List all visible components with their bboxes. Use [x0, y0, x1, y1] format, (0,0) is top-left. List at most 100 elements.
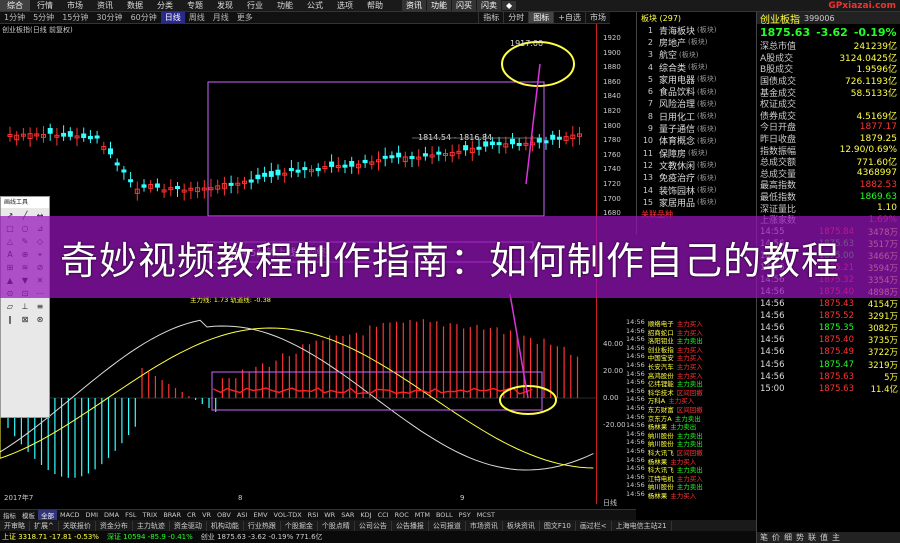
indicator-tab-2[interactable]: 全部	[38, 510, 57, 520]
view-tab-1[interactable]: 分时	[503, 12, 528, 23]
indicator-tab-10[interactable]: VR	[199, 511, 214, 519]
period-tab-5[interactable]: 日线	[160, 12, 185, 23]
draw-tool-icon-26[interactable]: ⊛	[33, 314, 47, 326]
indicator-tab-16[interactable]: WR	[321, 511, 338, 519]
indicator-tab-24[interactable]: MCST	[474, 511, 498, 519]
indicator-tab-8[interactable]: BRAR	[160, 511, 184, 519]
period-tab-1[interactable]: 5分钟	[29, 12, 58, 23]
trade-log-row[interactable]: 14:56 创业板指 主力买入	[626, 344, 756, 354]
period-tab-7[interactable]: 月线	[209, 12, 233, 23]
trade-log-row[interactable]: 14:56 洛阳钼业 主力卖出	[626, 335, 756, 345]
sector-list-item[interactable]: 5 家用电器 (板块)	[637, 73, 756, 86]
menu-item-12[interactable]: 帮助	[360, 0, 390, 11]
menu-item-7[interactable]: 发现	[210, 0, 240, 11]
trade-log-row[interactable]: 14:56 杨林果 主力卖出	[626, 421, 756, 431]
indicator-tab-0[interactable]: 指标	[0, 510, 19, 520]
view-tab-2[interactable]: 图标	[528, 12, 554, 23]
menu-item-11[interactable]: 选项	[330, 0, 360, 11]
draw-tool-icon-23[interactable]: ≡	[33, 301, 47, 313]
quote-tab-5[interactable]: 值	[820, 532, 828, 543]
trade-log-row[interactable]: 14:56 亿纬锂能 主力卖出	[626, 378, 756, 388]
bottom-tab-16[interactable]: 画过栏<	[576, 520, 612, 531]
bottom-tab-8[interactable]: 个股掘金	[281, 520, 318, 531]
trade-log[interactable]: 14:56 顺络电子 主力买入 14:56 招商蛇口 主力买入 14:56 洛阳钼业 主力卖出 1…	[626, 318, 756, 518]
indicator-tab-7[interactable]: TRIX	[139, 511, 160, 519]
indicator-tab-20[interactable]: ROC	[392, 511, 412, 519]
sector-list-item[interactable]: 4 综合类 (板块)	[637, 61, 756, 74]
bottom-tab-9[interactable]: 个股点睛	[318, 520, 355, 531]
quote-tab-6[interactable]: 主	[832, 532, 840, 543]
sector-list-item[interactable]: 13 免疫治疗 (板块)	[637, 172, 756, 184]
period-tab-3[interactable]: 30分钟	[92, 12, 126, 23]
sector-list-item[interactable]: 6 食品饮料 (板块)	[637, 85, 756, 98]
menu-item-6[interactable]: 专题	[180, 0, 210, 11]
trade-log-row[interactable]: 14:56 长安汽车 主力买入	[626, 361, 756, 371]
window-button-2[interactable]: 闪买	[452, 0, 476, 11]
sector-list-item[interactable]: 1 青海板块 (板块)	[637, 24, 756, 37]
bottom-tab-11[interactable]: 公告播报	[392, 520, 429, 531]
bottom-tab-5[interactable]: 资金驱动	[170, 520, 207, 531]
indicator-tab-17[interactable]: SAR	[338, 511, 357, 519]
menu-item-9[interactable]: 功能	[270, 0, 300, 11]
draw-tool-icon-21[interactable]: ▱	[3, 301, 17, 313]
indicator-tab-15[interactable]: RSI	[305, 511, 322, 519]
bottom-tab-13[interactable]: 市场资讯	[466, 520, 503, 531]
menu-item-2[interactable]: 市场	[60, 0, 90, 11]
menu-item-8[interactable]: 行业	[240, 0, 270, 11]
trade-log-row[interactable]: 14:56 杨林果 主力买入	[626, 490, 756, 500]
indicator-tab-14[interactable]: VOL-TDX	[271, 511, 305, 519]
menu-item-5[interactable]: 分类	[150, 0, 180, 11]
draw-tool-icon-22[interactable]: ⊥	[18, 301, 32, 313]
quote-tab-2[interactable]: 细	[784, 532, 792, 543]
menu-item-3[interactable]: 资讯	[90, 0, 120, 11]
bottom-tab-1[interactable]: 扩展^	[30, 520, 59, 531]
bottom-tab-10[interactable]: 公司公告	[355, 520, 392, 531]
quote-tab-1[interactable]: 价	[772, 532, 780, 543]
indicator-tab-12[interactable]: ASI	[234, 511, 251, 519]
trade-log-row[interactable]: 14:56 中国宝安 主力买入	[626, 352, 756, 362]
sector-list-item[interactable]: 11 保障房 (板块)	[637, 147, 756, 160]
indicator-tab-9[interactable]: CR	[184, 511, 199, 519]
trade-log-row[interactable]: 14:56 科大讯飞 区间回撤	[626, 447, 756, 457]
bottom-tab-2[interactable]: 关联报价	[59, 520, 96, 531]
draw-tool-icon-25[interactable]: ⊠	[18, 314, 32, 326]
sector-list-item[interactable]: 9 量子通信 (板块)	[637, 122, 756, 135]
view-tab-0[interactable]: 指标	[478, 12, 503, 23]
indicator-tab-18[interactable]: KDJ	[357, 511, 374, 519]
sector-list-item[interactable]: 8 日用化工 (板块)	[637, 110, 756, 123]
bottom-tab-12[interactable]: 公司报道	[429, 520, 466, 531]
trade-log-row[interactable]: 14:56 顺络电子 主力买入	[626, 318, 756, 328]
trade-log-row[interactable]: 14:56 招商蛇口 主力买入	[626, 327, 756, 337]
indicator-tab-21[interactable]: MTM	[412, 511, 433, 519]
sector-list-item[interactable]: 7 风险治理 (板块)	[637, 98, 756, 110]
bottom-tab-15[interactable]: 图文F10	[540, 520, 576, 531]
trade-log-row[interactable]: 14:56 京东方A 主力卖出	[626, 413, 756, 423]
bottom-tab-4[interactable]: 主力轨迹	[133, 520, 170, 531]
trade-log-row[interactable]: 14:56 杨林果 主力买入	[626, 456, 756, 466]
trade-log-row[interactable]: 14:56 高鸿股份 主力买入	[626, 370, 756, 380]
menu-item-0[interactable]: 综合	[0, 0, 30, 11]
window-button-0[interactable]: 资讯	[402, 0, 426, 11]
view-tab-3[interactable]: +自选	[553, 12, 585, 23]
indicator-tab-1[interactable]: 模板	[19, 510, 38, 520]
menu-item-10[interactable]: 公式	[300, 0, 330, 11]
sector-list-item[interactable]: 14 装饰园林 (板块)	[637, 184, 756, 197]
indicator-tab-4[interactable]: DMI	[82, 511, 101, 519]
quote-tab-3[interactable]: 势	[796, 532, 804, 543]
view-tab-4[interactable]: 市场	[585, 12, 610, 23]
trade-log-row[interactable]: 14:56 科华技术 区间回撤	[626, 387, 756, 397]
period-tab-2[interactable]: 15分钟	[58, 12, 92, 23]
macd-chart[interactable]: 主力线: 1.73 轨道线: -0.382017年7 8 9	[0, 294, 636, 502]
period-tab-4[interactable]: 60分钟	[127, 12, 161, 23]
trade-log-row[interactable]: 14:56 科大讯飞 主力卖出	[626, 464, 756, 474]
draw-tool-icon-24[interactable]: ∥	[3, 314, 17, 326]
bottom-tab-3[interactable]: 资金分布	[96, 520, 133, 531]
sector-list-item[interactable]: 3 航空 (板块)	[637, 49, 756, 61]
menu-item-1[interactable]: 行情	[30, 0, 60, 11]
trade-log-row[interactable]: 14:56 纳川股份 主力卖出	[626, 481, 756, 491]
indicator-tab-13[interactable]: EMV	[250, 511, 270, 519]
indicator-tab-22[interactable]: BOLL	[433, 511, 456, 519]
trade-log-row[interactable]: 14:56 东方财富 区间回撤	[626, 404, 756, 414]
bottom-tab-7[interactable]: 行业热跟	[244, 520, 281, 531]
quote-tab-0[interactable]: 笔	[760, 532, 768, 543]
